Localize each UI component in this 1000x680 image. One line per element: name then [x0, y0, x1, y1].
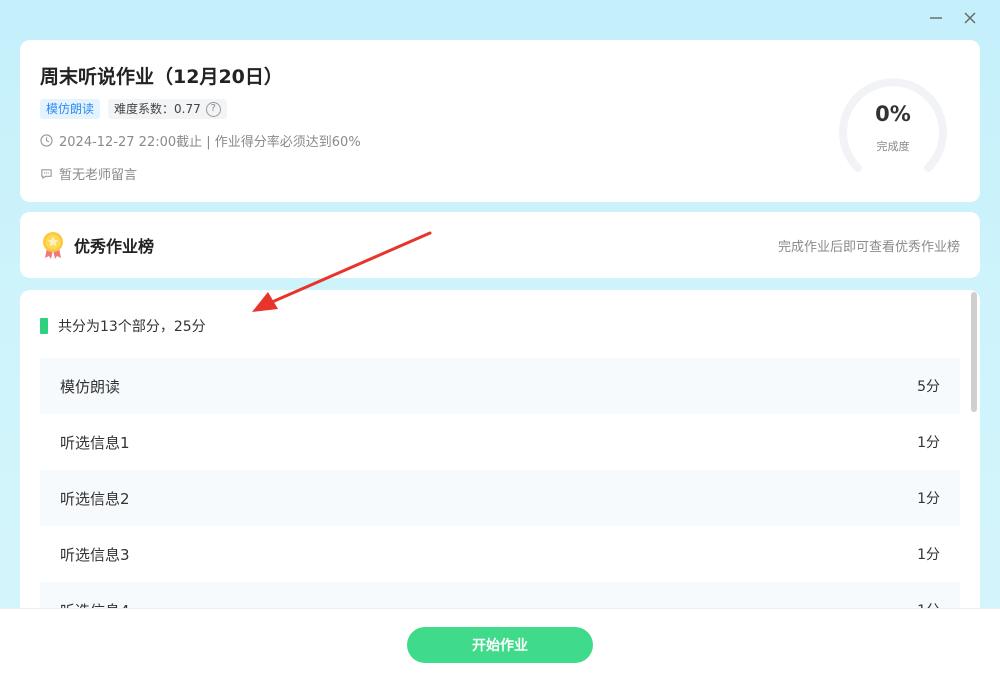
- type-tag: 模仿朗读: [40, 99, 101, 119]
- help-icon[interactable]: ?: [205, 101, 221, 117]
- sections-list: 模仿朗读 5分 听选信息1 1分 听选信息2 1分 听选信息3 1分 听选信息4…: [40, 358, 960, 620]
- ranking-title: 优秀作业榜: [74, 237, 155, 256]
- progress-ring: [839, 78, 947, 172]
- deadline-row: 2024-12-27 22:00截止 | 作业得分率必须达到60%: [40, 131, 960, 150]
- section-name: 模仿朗读: [60, 377, 121, 396]
- minimize-icon: [930, 17, 942, 19]
- comment-icon: [41, 169, 52, 179]
- minimize-button[interactable]: [926, 8, 946, 28]
- section-score: 1分: [917, 491, 940, 507]
- window-controls: [926, 8, 980, 28]
- start-homework-button[interactable]: 开始作业: [407, 626, 593, 663]
- list-item[interactable]: 听选信息3 1分: [40, 526, 960, 582]
- assignment-tags: 模仿朗读 难度系数：0.77 ?: [40, 99, 960, 119]
- close-button[interactable]: [960, 8, 980, 28]
- difficulty-tag: 难度系数：0.77 ?: [108, 99, 227, 119]
- section-score: 5分: [917, 379, 940, 395]
- teacher-message-row: 暂无老师留言: [40, 164, 960, 183]
- list-item[interactable]: 听选信息2 1分: [40, 470, 960, 526]
- teacher-message-text: 暂无老师留言: [59, 168, 138, 183]
- summary-text: 共分为13个部分，25分: [58, 319, 206, 335]
- ranking-hint: 完成作业后即可查看优秀作业榜: [777, 239, 960, 255]
- close-icon: [964, 12, 976, 24]
- list-item[interactable]: 模仿朗读 5分: [40, 358, 960, 414]
- assignment-info-card: 周末听说作业（12月20日） 模仿朗读 难度系数：0.77 ? 2024-12-…: [20, 40, 980, 202]
- summary-marker: [40, 318, 48, 334]
- progress-value: 0%: [875, 102, 911, 126]
- deadline-text: 2024-12-27 22:00截止 | 作业得分率必须达到60%: [59, 135, 361, 150]
- list-item[interactable]: 听选信息1 1分: [40, 414, 960, 470]
- scrollbar[interactable]: [971, 292, 977, 412]
- section-name: 听选信息2: [60, 489, 130, 508]
- footer-bar: 开始作业: [0, 608, 1000, 680]
- section-score: 1分: [917, 435, 940, 451]
- sections-card: 共分为13个部分，25分 模仿朗读 5分 听选信息1 1分 听选信息2 1分 听…: [20, 290, 980, 620]
- difficulty-text: 难度系数：0.77: [114, 102, 201, 116]
- ranking-header: 优秀作业榜: [40, 231, 154, 259]
- sections-summary: 共分为13个部分，25分: [40, 318, 960, 335]
- assignment-title: 周末听说作业（12月20日）: [40, 66, 283, 88]
- completion-progress: 0% 完成度: [834, 72, 952, 190]
- excellent-homework-card[interactable]: 优秀作业榜 完成作业后即可查看优秀作业榜: [20, 212, 980, 278]
- section-name: 听选信息3: [60, 545, 130, 564]
- clock-icon: [40, 134, 53, 147]
- section-score: 1分: [917, 547, 940, 563]
- section-name: 听选信息1: [60, 433, 130, 452]
- medal-icon: [43, 232, 63, 259]
- progress-label: 完成度: [876, 140, 910, 153]
